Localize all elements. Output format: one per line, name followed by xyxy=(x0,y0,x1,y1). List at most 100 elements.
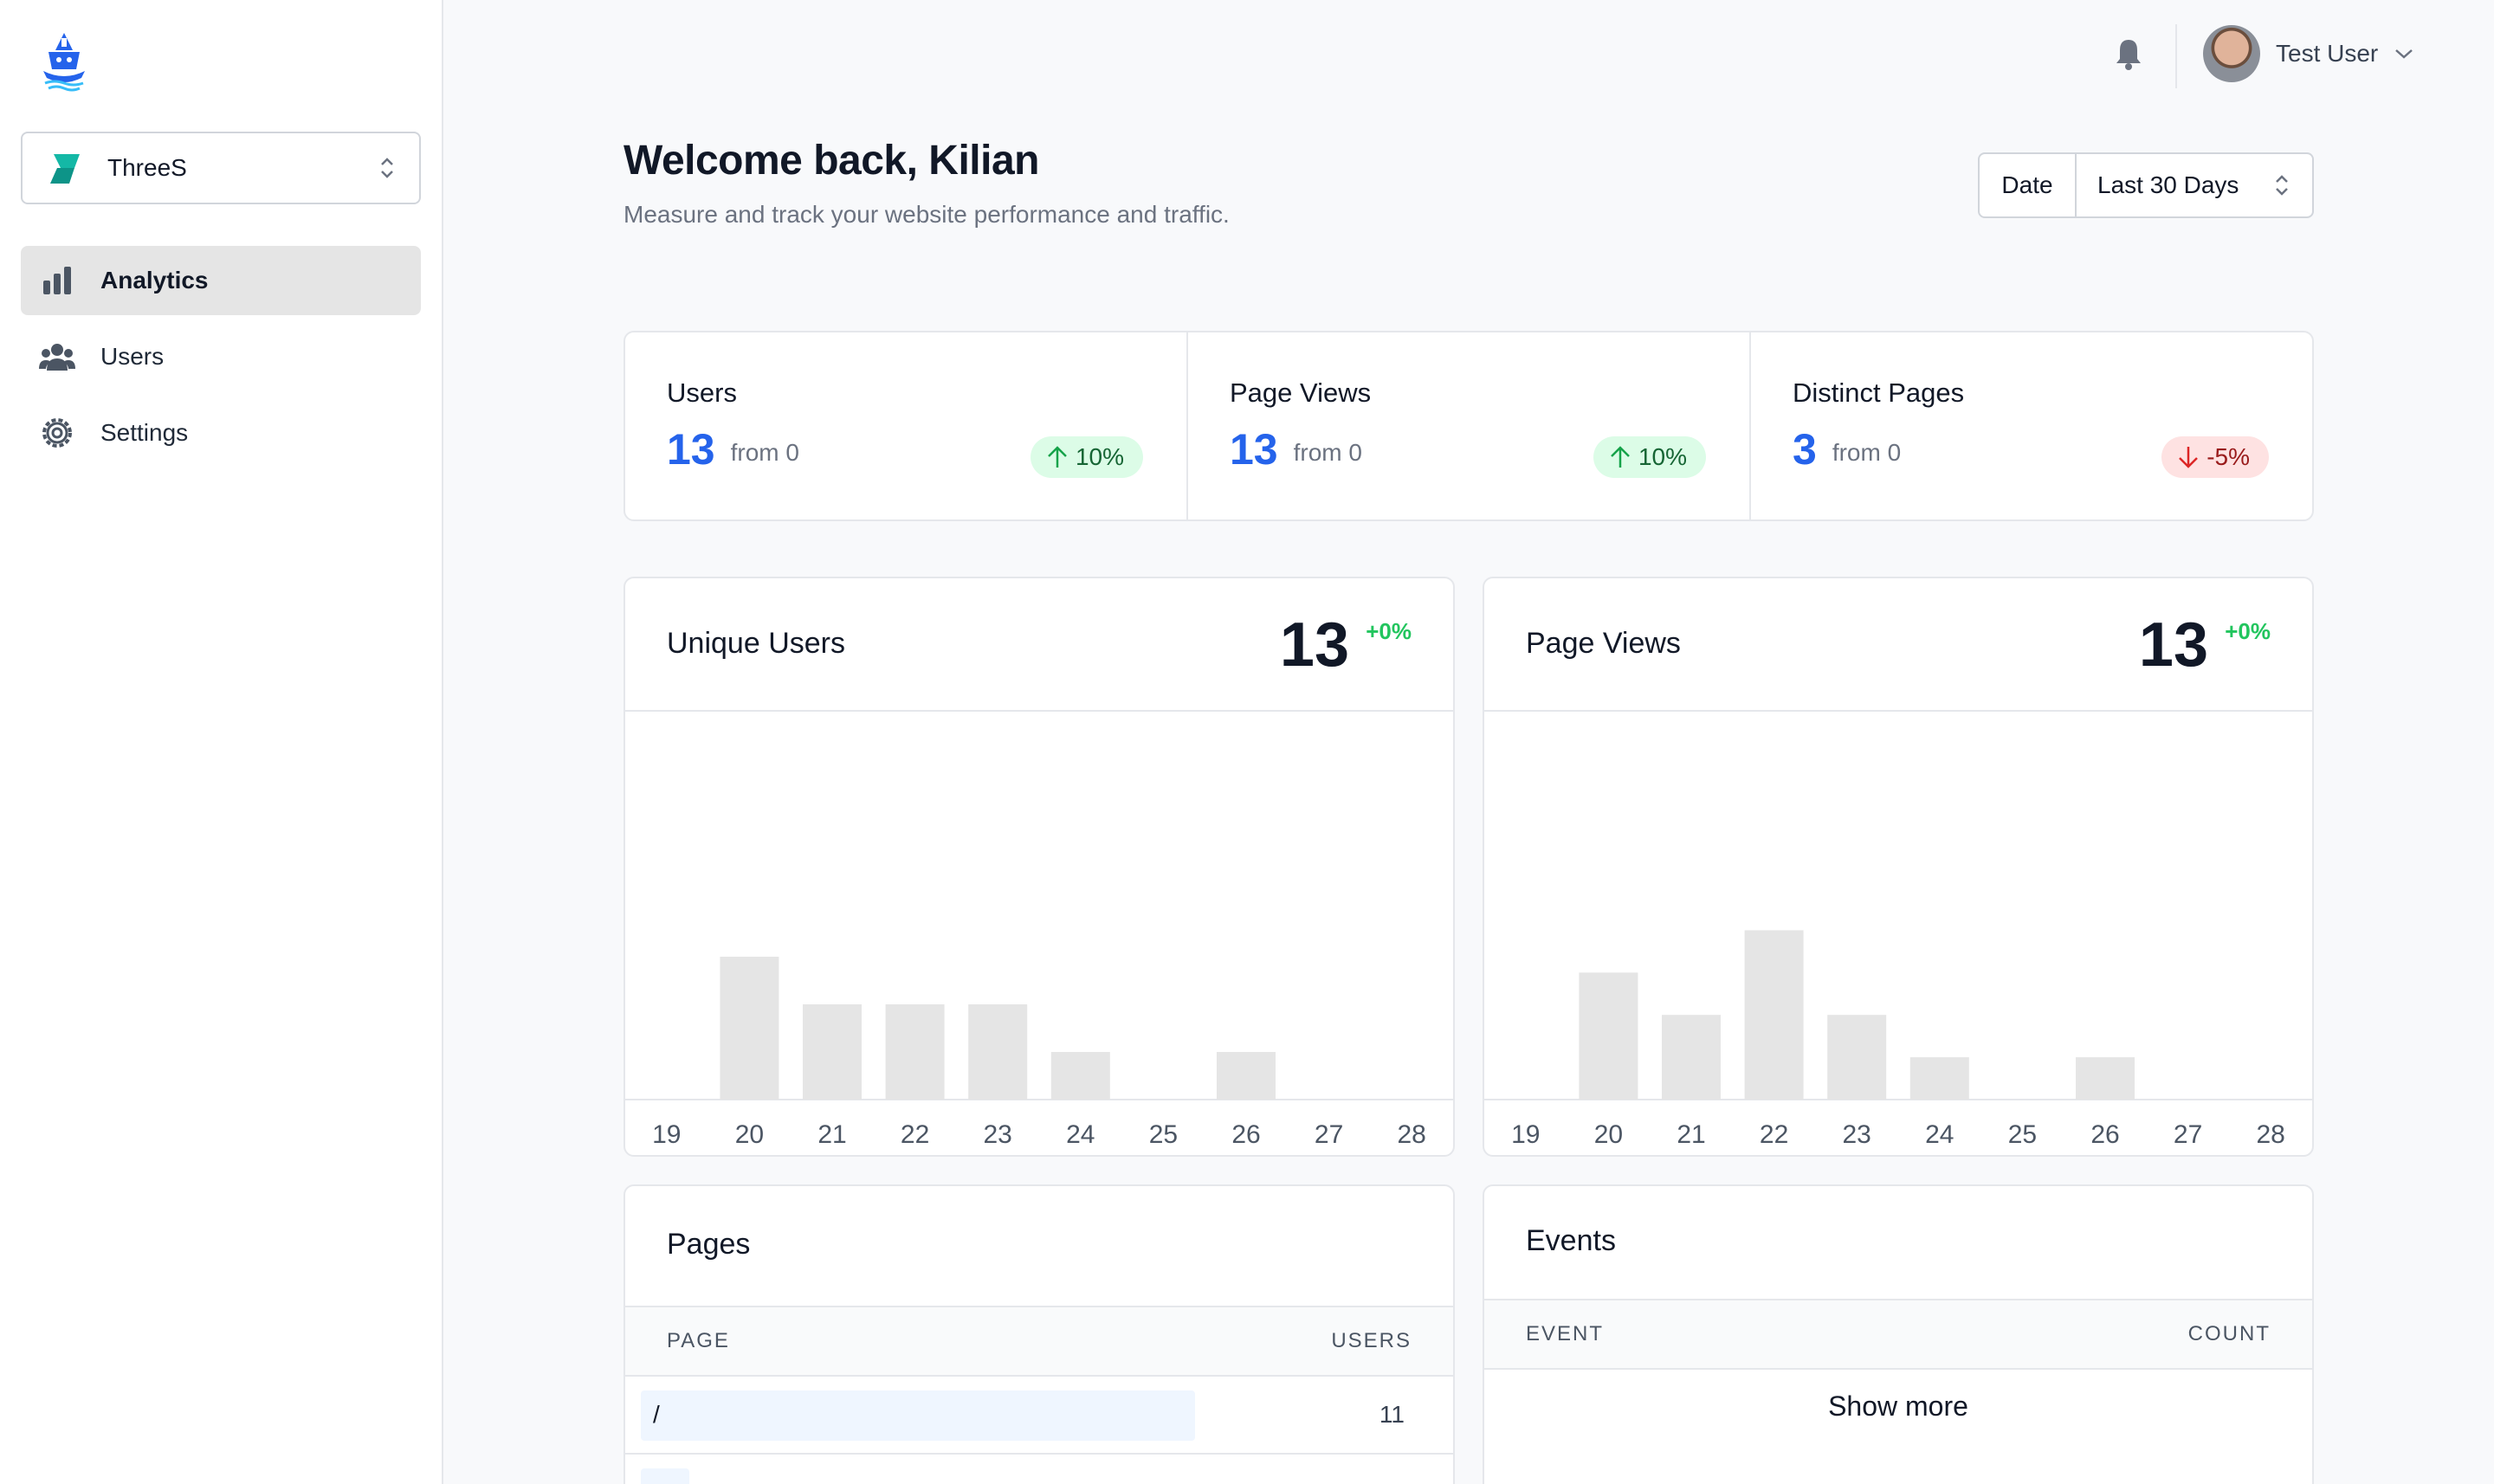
stat-title: Distinct Pages xyxy=(1793,377,1965,408)
x-tick-label: 24 xyxy=(1066,1120,1095,1149)
share-bar xyxy=(641,1390,1195,1441)
sidebar-item-label: Analytics xyxy=(100,267,209,294)
date-label: Date xyxy=(1980,154,2077,216)
events-table-card: Events EVENT COUNT Show more xyxy=(1483,1184,2314,1484)
pages-table-card: Pages PAGE USERS / 11 xyxy=(624,1184,1455,1484)
chart-total: 13 xyxy=(2138,610,2208,680)
x-tick-label: 22 xyxy=(901,1120,929,1149)
date-range-value: Last 30 Days xyxy=(2097,171,2239,198)
chart-bar[interactable] xyxy=(720,957,779,1100)
unique-users-bar-chart: 19 20 21 22 23 24 25 26 27 28 xyxy=(625,957,1453,1149)
unique-users-chart-card: Unique Users 13 +0% 19 20 21 22 23 24 25 26 27 28 xyxy=(624,577,1455,1157)
sidebar-item-label: Settings xyxy=(100,419,189,446)
stat-change-badge: 10% xyxy=(1593,436,1706,478)
sidebar: ThreeS Analytics Users Settings xyxy=(0,0,443,1484)
user-name: Test User xyxy=(2276,40,2379,67)
x-tick-label: 23 xyxy=(1843,1120,1871,1149)
chart-delta: +0% xyxy=(1366,618,1412,644)
chevron-up-down-icon xyxy=(2276,175,2288,196)
table-title: Pages xyxy=(667,1228,751,1261)
chart-bar[interactable] xyxy=(1217,1052,1276,1100)
stat-value: 13 xyxy=(1230,425,1278,474)
chart-bar[interactable] xyxy=(1827,1015,1887,1100)
gear-icon xyxy=(38,414,76,452)
chart-bar[interactable] xyxy=(1909,1057,1969,1100)
page-views-bar-chart: 19 20 21 22 23 24 25 26 27 28 xyxy=(1484,930,2312,1149)
x-tick-label: 22 xyxy=(1760,1120,1788,1149)
x-tick-label: 21 xyxy=(817,1120,846,1149)
chart-delta: +0% xyxy=(2225,618,2271,644)
bar-chart-icon xyxy=(38,261,76,300)
x-tick-label: 24 xyxy=(1925,1120,1954,1149)
chart-bar[interactable] xyxy=(968,1004,1028,1100)
x-tick-label: 19 xyxy=(652,1120,681,1149)
column-header-page[interactable]: PAGE xyxy=(667,1329,730,1353)
x-tick-label: 26 xyxy=(2090,1120,2119,1149)
x-tick-label: 19 xyxy=(1511,1120,1540,1149)
chart-total: 13 xyxy=(1279,610,1349,680)
arrow-down-icon xyxy=(2179,447,2199,468)
share-bar xyxy=(641,1468,689,1484)
user-menu[interactable]: Test User xyxy=(2203,24,2414,83)
table-header: PAGE USERS xyxy=(625,1306,1453,1377)
chevron-up-down-icon xyxy=(381,158,393,178)
stat-from: from 0 xyxy=(1293,439,1362,466)
date-range-picker: Date Last 30 Days xyxy=(1978,152,2314,218)
chart-bar[interactable] xyxy=(1662,1015,1721,1100)
date-range-select[interactable]: Last 30 Days xyxy=(2077,154,2312,216)
app-root: ThreeS Analytics Users Settings Test Use… xyxy=(0,0,2494,1484)
chart-header: Page Views 13 +0% xyxy=(1484,578,2312,712)
sidebar-nav: Analytics Users Settings xyxy=(21,246,421,474)
x-tick-label: 27 xyxy=(1315,1120,1343,1149)
page-subtitle: Measure and track your website performan… xyxy=(624,201,1230,228)
chart-bar[interactable] xyxy=(803,1004,862,1100)
stat-change-badge: 10% xyxy=(1030,436,1143,478)
ship-logo-icon[interactable] xyxy=(38,31,90,92)
chart-title: Unique Users xyxy=(667,627,845,660)
stat-change: 10% xyxy=(1075,443,1124,470)
column-header-users[interactable]: USERS xyxy=(1331,1329,1412,1353)
topbar-divider xyxy=(2175,24,2177,88)
x-tick-label: 21 xyxy=(1677,1120,1705,1149)
arrow-up-icon xyxy=(1048,446,1067,468)
project-name: ThreeS xyxy=(107,154,187,181)
sidebar-item-label: Users xyxy=(100,343,165,370)
chart-bar[interactable] xyxy=(1744,930,1804,1100)
stat-change: 10% xyxy=(1638,443,1687,470)
stat-change-badge: -5% xyxy=(2161,436,2269,478)
stat-value: 13 xyxy=(667,425,715,474)
stat-value: 3 xyxy=(1793,425,1817,474)
page-users-count: 11 xyxy=(1379,1401,1405,1428)
column-header-count[interactable]: COUNT xyxy=(2188,1322,2271,1346)
project-logo-icon xyxy=(50,154,80,184)
page-views-chart-card: Page Views 13 +0% 19 20 21 22 23 24 25 26 27 28 xyxy=(1483,577,2314,1157)
stats-panel: Users 13 from 0 10% Page Views 13 from 0… xyxy=(624,331,2314,521)
table-row[interactable]: / 11 xyxy=(625,1377,1453,1455)
notification-bell-icon[interactable] xyxy=(2113,36,2144,71)
x-tick-label: 25 xyxy=(2008,1120,2037,1149)
stat-change: -5% xyxy=(2206,443,2250,470)
sidebar-item-users[interactable]: Users xyxy=(21,322,421,391)
stat-title: Page Views xyxy=(1230,377,1372,408)
column-header-event[interactable]: EVENT xyxy=(1526,1322,1604,1346)
x-tick-label: 26 xyxy=(1231,1120,1260,1149)
chart-bar[interactable] xyxy=(1050,1052,1110,1100)
show-more-button[interactable]: Show more xyxy=(1484,1390,2312,1423)
project-select[interactable]: ThreeS xyxy=(21,132,421,204)
chart-bar[interactable] xyxy=(2076,1057,2135,1100)
stat-users: Users 13 from 0 10% xyxy=(625,332,1188,519)
stat-distinct-pages: Distinct Pages 3 from 0 -5% xyxy=(1751,332,2312,519)
x-tick-label: 28 xyxy=(1398,1120,1426,1149)
sidebar-item-analytics[interactable]: Analytics xyxy=(21,246,421,315)
chart-bar[interactable] xyxy=(1579,972,1638,1100)
sidebar-item-settings[interactable]: Settings xyxy=(21,398,421,468)
chevron-down-icon xyxy=(2395,49,2413,59)
table-header: EVENT COUNT xyxy=(1484,1299,2312,1370)
chart-bar[interactable] xyxy=(885,1004,945,1100)
x-tick-label: 23 xyxy=(984,1120,1012,1149)
stat-from: from 0 xyxy=(1832,439,1902,466)
x-tick-label: 20 xyxy=(1594,1120,1623,1149)
table-title: Events xyxy=(1526,1224,1616,1257)
stat-title: Users xyxy=(667,377,737,408)
avatar xyxy=(2203,25,2260,82)
